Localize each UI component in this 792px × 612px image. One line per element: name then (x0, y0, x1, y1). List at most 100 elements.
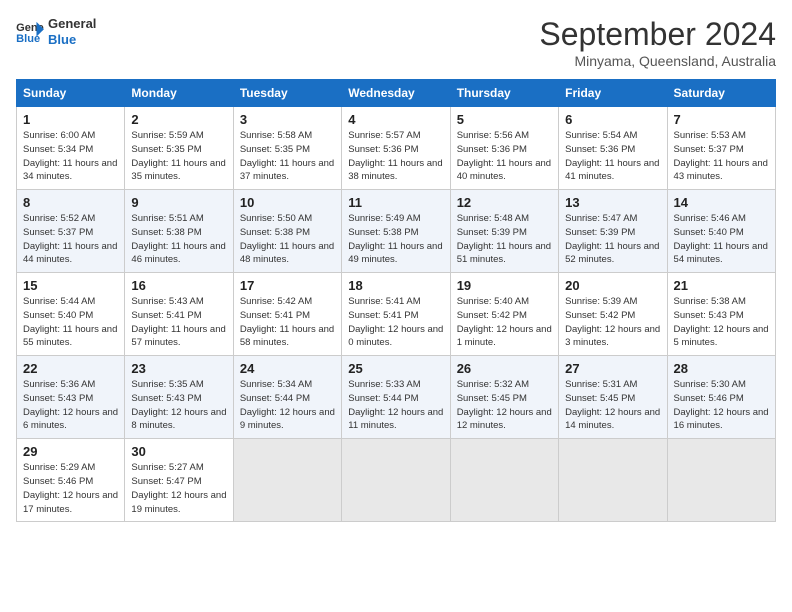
calendar-cell: 14 Sunrise: 5:46 AM Sunset: 5:40 PM Dayl… (667, 190, 775, 273)
calendar-cell: 17 Sunrise: 5:42 AM Sunset: 5:41 PM Dayl… (233, 273, 341, 356)
day-info: Sunrise: 5:29 AM Sunset: 5:46 PM Dayligh… (23, 461, 118, 516)
calendar-cell (667, 439, 775, 522)
calendar-cell: 13 Sunrise: 5:47 AM Sunset: 5:39 PM Dayl… (559, 190, 667, 273)
calendar-week-3: 15 Sunrise: 5:44 AM Sunset: 5:40 PM Dayl… (17, 273, 776, 356)
day-number: 12 (457, 195, 552, 210)
day-info: Sunrise: 5:48 AM Sunset: 5:39 PM Dayligh… (457, 212, 552, 267)
day-info: Sunrise: 5:52 AM Sunset: 5:37 PM Dayligh… (23, 212, 118, 267)
day-info: Sunrise: 5:41 AM Sunset: 5:41 PM Dayligh… (348, 295, 443, 350)
day-info: Sunrise: 5:40 AM Sunset: 5:42 PM Dayligh… (457, 295, 552, 350)
day-info: Sunrise: 5:50 AM Sunset: 5:38 PM Dayligh… (240, 212, 335, 267)
calendar-cell: 25 Sunrise: 5:33 AM Sunset: 5:44 PM Dayl… (342, 356, 450, 439)
day-info: Sunrise: 5:36 AM Sunset: 5:43 PM Dayligh… (23, 378, 118, 433)
day-info: Sunrise: 5:56 AM Sunset: 5:36 PM Dayligh… (457, 129, 552, 184)
calendar-cell: 12 Sunrise: 5:48 AM Sunset: 5:39 PM Dayl… (450, 190, 558, 273)
day-header-thursday: Thursday (450, 80, 558, 107)
day-info: Sunrise: 5:27 AM Sunset: 5:47 PM Dayligh… (131, 461, 226, 516)
day-header-wednesday: Wednesday (342, 80, 450, 107)
calendar-cell: 5 Sunrise: 5:56 AM Sunset: 5:36 PM Dayli… (450, 107, 558, 190)
calendar-cell (559, 439, 667, 522)
calendar-cell (342, 439, 450, 522)
day-info: Sunrise: 5:54 AM Sunset: 5:36 PM Dayligh… (565, 129, 660, 184)
calendar-cell: 11 Sunrise: 5:49 AM Sunset: 5:38 PM Dayl… (342, 190, 450, 273)
page-header: General Blue General Blue September 2024… (16, 16, 776, 69)
day-number: 16 (131, 278, 226, 293)
calendar-cell: 21 Sunrise: 5:38 AM Sunset: 5:43 PM Dayl… (667, 273, 775, 356)
calendar-cell: 28 Sunrise: 5:30 AM Sunset: 5:46 PM Dayl… (667, 356, 775, 439)
day-number: 23 (131, 361, 226, 376)
calendar-cell: 1 Sunrise: 6:00 AM Sunset: 5:34 PM Dayli… (17, 107, 125, 190)
calendar-cell: 8 Sunrise: 5:52 AM Sunset: 5:37 PM Dayli… (17, 190, 125, 273)
day-info: Sunrise: 5:30 AM Sunset: 5:46 PM Dayligh… (674, 378, 769, 433)
day-info: Sunrise: 5:34 AM Sunset: 5:44 PM Dayligh… (240, 378, 335, 433)
day-info: Sunrise: 5:49 AM Sunset: 5:38 PM Dayligh… (348, 212, 443, 267)
calendar-header: SundayMondayTuesdayWednesdayThursdayFrid… (17, 80, 776, 107)
day-info: Sunrise: 5:43 AM Sunset: 5:41 PM Dayligh… (131, 295, 226, 350)
day-number: 26 (457, 361, 552, 376)
day-info: Sunrise: 5:33 AM Sunset: 5:44 PM Dayligh… (348, 378, 443, 433)
day-info: Sunrise: 5:35 AM Sunset: 5:43 PM Dayligh… (131, 378, 226, 433)
calendar-cell: 30 Sunrise: 5:27 AM Sunset: 5:47 PM Dayl… (125, 439, 233, 522)
day-number: 14 (674, 195, 769, 210)
day-number: 1 (23, 112, 118, 127)
day-info: Sunrise: 5:46 AM Sunset: 5:40 PM Dayligh… (674, 212, 769, 267)
day-info: Sunrise: 5:59 AM Sunset: 5:35 PM Dayligh… (131, 129, 226, 184)
month-title: September 2024 (539, 16, 776, 53)
calendar-cell: 22 Sunrise: 5:36 AM Sunset: 5:43 PM Dayl… (17, 356, 125, 439)
calendar-cell: 15 Sunrise: 5:44 AM Sunset: 5:40 PM Dayl… (17, 273, 125, 356)
day-number: 27 (565, 361, 660, 376)
calendar-cell: 3 Sunrise: 5:58 AM Sunset: 5:35 PM Dayli… (233, 107, 341, 190)
day-number: 7 (674, 112, 769, 127)
day-number: 6 (565, 112, 660, 127)
day-number: 21 (674, 278, 769, 293)
calendar-cell: 9 Sunrise: 5:51 AM Sunset: 5:38 PM Dayli… (125, 190, 233, 273)
calendar-week-5: 29 Sunrise: 5:29 AM Sunset: 5:46 PM Dayl… (17, 439, 776, 522)
calendar-cell: 4 Sunrise: 5:57 AM Sunset: 5:36 PM Dayli… (342, 107, 450, 190)
calendar-table: SundayMondayTuesdayWednesdayThursdayFrid… (16, 79, 776, 522)
day-header-tuesday: Tuesday (233, 80, 341, 107)
day-info: Sunrise: 5:44 AM Sunset: 5:40 PM Dayligh… (23, 295, 118, 350)
calendar-cell: 27 Sunrise: 5:31 AM Sunset: 5:45 PM Dayl… (559, 356, 667, 439)
day-number: 2 (131, 112, 226, 127)
calendar-week-4: 22 Sunrise: 5:36 AM Sunset: 5:43 PM Dayl… (17, 356, 776, 439)
calendar-cell: 20 Sunrise: 5:39 AM Sunset: 5:42 PM Dayl… (559, 273, 667, 356)
day-header-saturday: Saturday (667, 80, 775, 107)
calendar-cell: 23 Sunrise: 5:35 AM Sunset: 5:43 PM Dayl… (125, 356, 233, 439)
day-number: 25 (348, 361, 443, 376)
day-number: 30 (131, 444, 226, 459)
day-info: Sunrise: 5:57 AM Sunset: 5:36 PM Dayligh… (348, 129, 443, 184)
title-block: September 2024 Minyama, Queensland, Aust… (539, 16, 776, 69)
day-info: Sunrise: 5:39 AM Sunset: 5:42 PM Dayligh… (565, 295, 660, 350)
calendar-cell: 24 Sunrise: 5:34 AM Sunset: 5:44 PM Dayl… (233, 356, 341, 439)
day-info: Sunrise: 5:51 AM Sunset: 5:38 PM Dayligh… (131, 212, 226, 267)
calendar-cell: 2 Sunrise: 5:59 AM Sunset: 5:35 PM Dayli… (125, 107, 233, 190)
day-number: 10 (240, 195, 335, 210)
calendar-cell: 19 Sunrise: 5:40 AM Sunset: 5:42 PM Dayl… (450, 273, 558, 356)
calendar-cell (233, 439, 341, 522)
day-number: 5 (457, 112, 552, 127)
logo-blue: Blue (48, 32, 96, 48)
day-info: Sunrise: 5:31 AM Sunset: 5:45 PM Dayligh… (565, 378, 660, 433)
day-number: 29 (23, 444, 118, 459)
calendar-week-2: 8 Sunrise: 5:52 AM Sunset: 5:37 PM Dayli… (17, 190, 776, 273)
calendar-cell: 18 Sunrise: 5:41 AM Sunset: 5:41 PM Dayl… (342, 273, 450, 356)
day-number: 22 (23, 361, 118, 376)
day-number: 20 (565, 278, 660, 293)
calendar-cell: 29 Sunrise: 5:29 AM Sunset: 5:46 PM Dayl… (17, 439, 125, 522)
day-info: Sunrise: 5:32 AM Sunset: 5:45 PM Dayligh… (457, 378, 552, 433)
day-number: 4 (348, 112, 443, 127)
day-info: Sunrise: 5:38 AM Sunset: 5:43 PM Dayligh… (674, 295, 769, 350)
day-info: Sunrise: 6:00 AM Sunset: 5:34 PM Dayligh… (23, 129, 118, 184)
day-number: 19 (457, 278, 552, 293)
calendar-cell: 16 Sunrise: 5:43 AM Sunset: 5:41 PM Dayl… (125, 273, 233, 356)
day-number: 28 (674, 361, 769, 376)
day-header-monday: Monday (125, 80, 233, 107)
day-number: 17 (240, 278, 335, 293)
day-info: Sunrise: 5:42 AM Sunset: 5:41 PM Dayligh… (240, 295, 335, 350)
logo-general: General (48, 16, 96, 32)
calendar-cell: 10 Sunrise: 5:50 AM Sunset: 5:38 PM Dayl… (233, 190, 341, 273)
calendar-week-1: 1 Sunrise: 6:00 AM Sunset: 5:34 PM Dayli… (17, 107, 776, 190)
calendar-cell (450, 439, 558, 522)
logo: General Blue General Blue (16, 16, 96, 47)
location-subtitle: Minyama, Queensland, Australia (539, 53, 776, 69)
